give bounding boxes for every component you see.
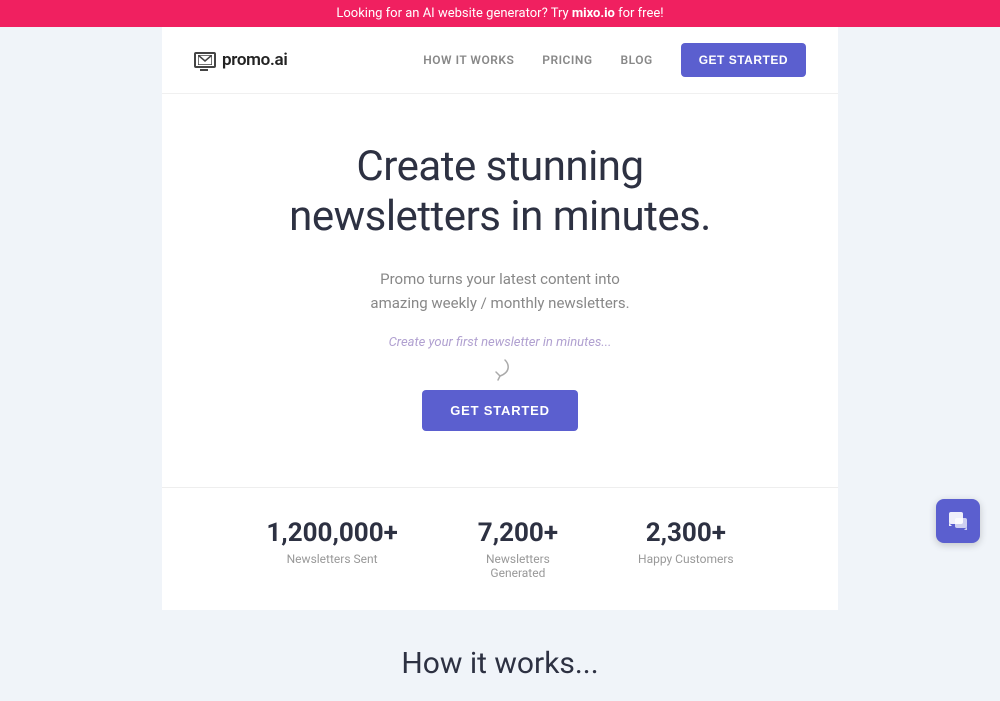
logo-text: promo.ai <box>222 50 287 70</box>
navbar: promo.ai HOW IT WORKS PRICING BLOG GET S… <box>162 27 838 94</box>
hero-get-started-button[interactable]: GET STARTED <box>422 390 578 431</box>
hero-input-placeholder: Create your first newsletter in minutes.… <box>202 335 798 350</box>
banner-text-before: Looking for an AI website generator? Try <box>336 6 572 21</box>
banner-text: Looking for an AI website generator? Try… <box>336 6 663 21</box>
stat-number-happy-customers: 2,300+ <box>638 518 734 548</box>
hero-title-line1: Create stunning <box>356 142 643 191</box>
nav-links: HOW IT WORKS PRICING BLOG GET STARTED <box>423 43 806 77</box>
stat-newsletters-sent: 1,200,000+ Newsletters Sent <box>266 518 397 580</box>
nav-pricing[interactable]: PRICING <box>542 53 592 67</box>
hero-title-line2: newsletters in minutes. <box>289 192 711 241</box>
how-it-works-title: How it works... <box>40 646 960 681</box>
stat-label-newsletters-generated: Newsletters Generated <box>478 552 558 580</box>
stat-number-newsletters-generated: 7,200+ <box>478 518 558 548</box>
hero-subtitle: Promo turns your latest content into ama… <box>350 267 650 315</box>
stat-label-newsletters-sent: Newsletters Sent <box>266 552 397 566</box>
logo-email-icon <box>194 52 216 68</box>
logo-area[interactable]: promo.ai <box>194 50 287 70</box>
stat-newsletters-generated: 7,200+ Newsletters Generated <box>478 518 558 580</box>
main-wrapper: promo.ai HOW IT WORKS PRICING BLOG GET S… <box>0 27 1000 701</box>
nav-how-it-works[interactable]: HOW IT WORKS <box>423 53 514 67</box>
chat-icon <box>947 510 969 532</box>
arrow-icon <box>485 358 515 382</box>
nav-blog[interactable]: BLOG <box>621 53 653 67</box>
stat-label-happy-customers: Happy Customers <box>638 552 734 566</box>
hero-title: Create stunning newsletters in minutes. <box>202 142 798 243</box>
stats-section: 1,200,000+ Newsletters Sent 7,200+ Newsl… <box>162 487 838 610</box>
banner-text-after: for free! <box>615 6 664 21</box>
nav-get-started-button[interactable]: GET STARTED <box>681 43 806 77</box>
how-it-works-section: How it works... <box>0 610 1000 701</box>
stat-number-newsletters-sent: 1,200,000+ <box>266 518 397 548</box>
mixio-link[interactable]: mixo.io <box>572 6 615 21</box>
stat-happy-customers: 2,300+ Happy Customers <box>638 518 734 580</box>
hero-section: Create stunning newsletters in minutes. … <box>162 94 838 471</box>
chat-widget-button[interactable] <box>936 499 980 543</box>
white-card: promo.ai HOW IT WORKS PRICING BLOG GET S… <box>162 27 838 487</box>
top-banner: Looking for an AI website generator? Try… <box>0 0 1000 27</box>
